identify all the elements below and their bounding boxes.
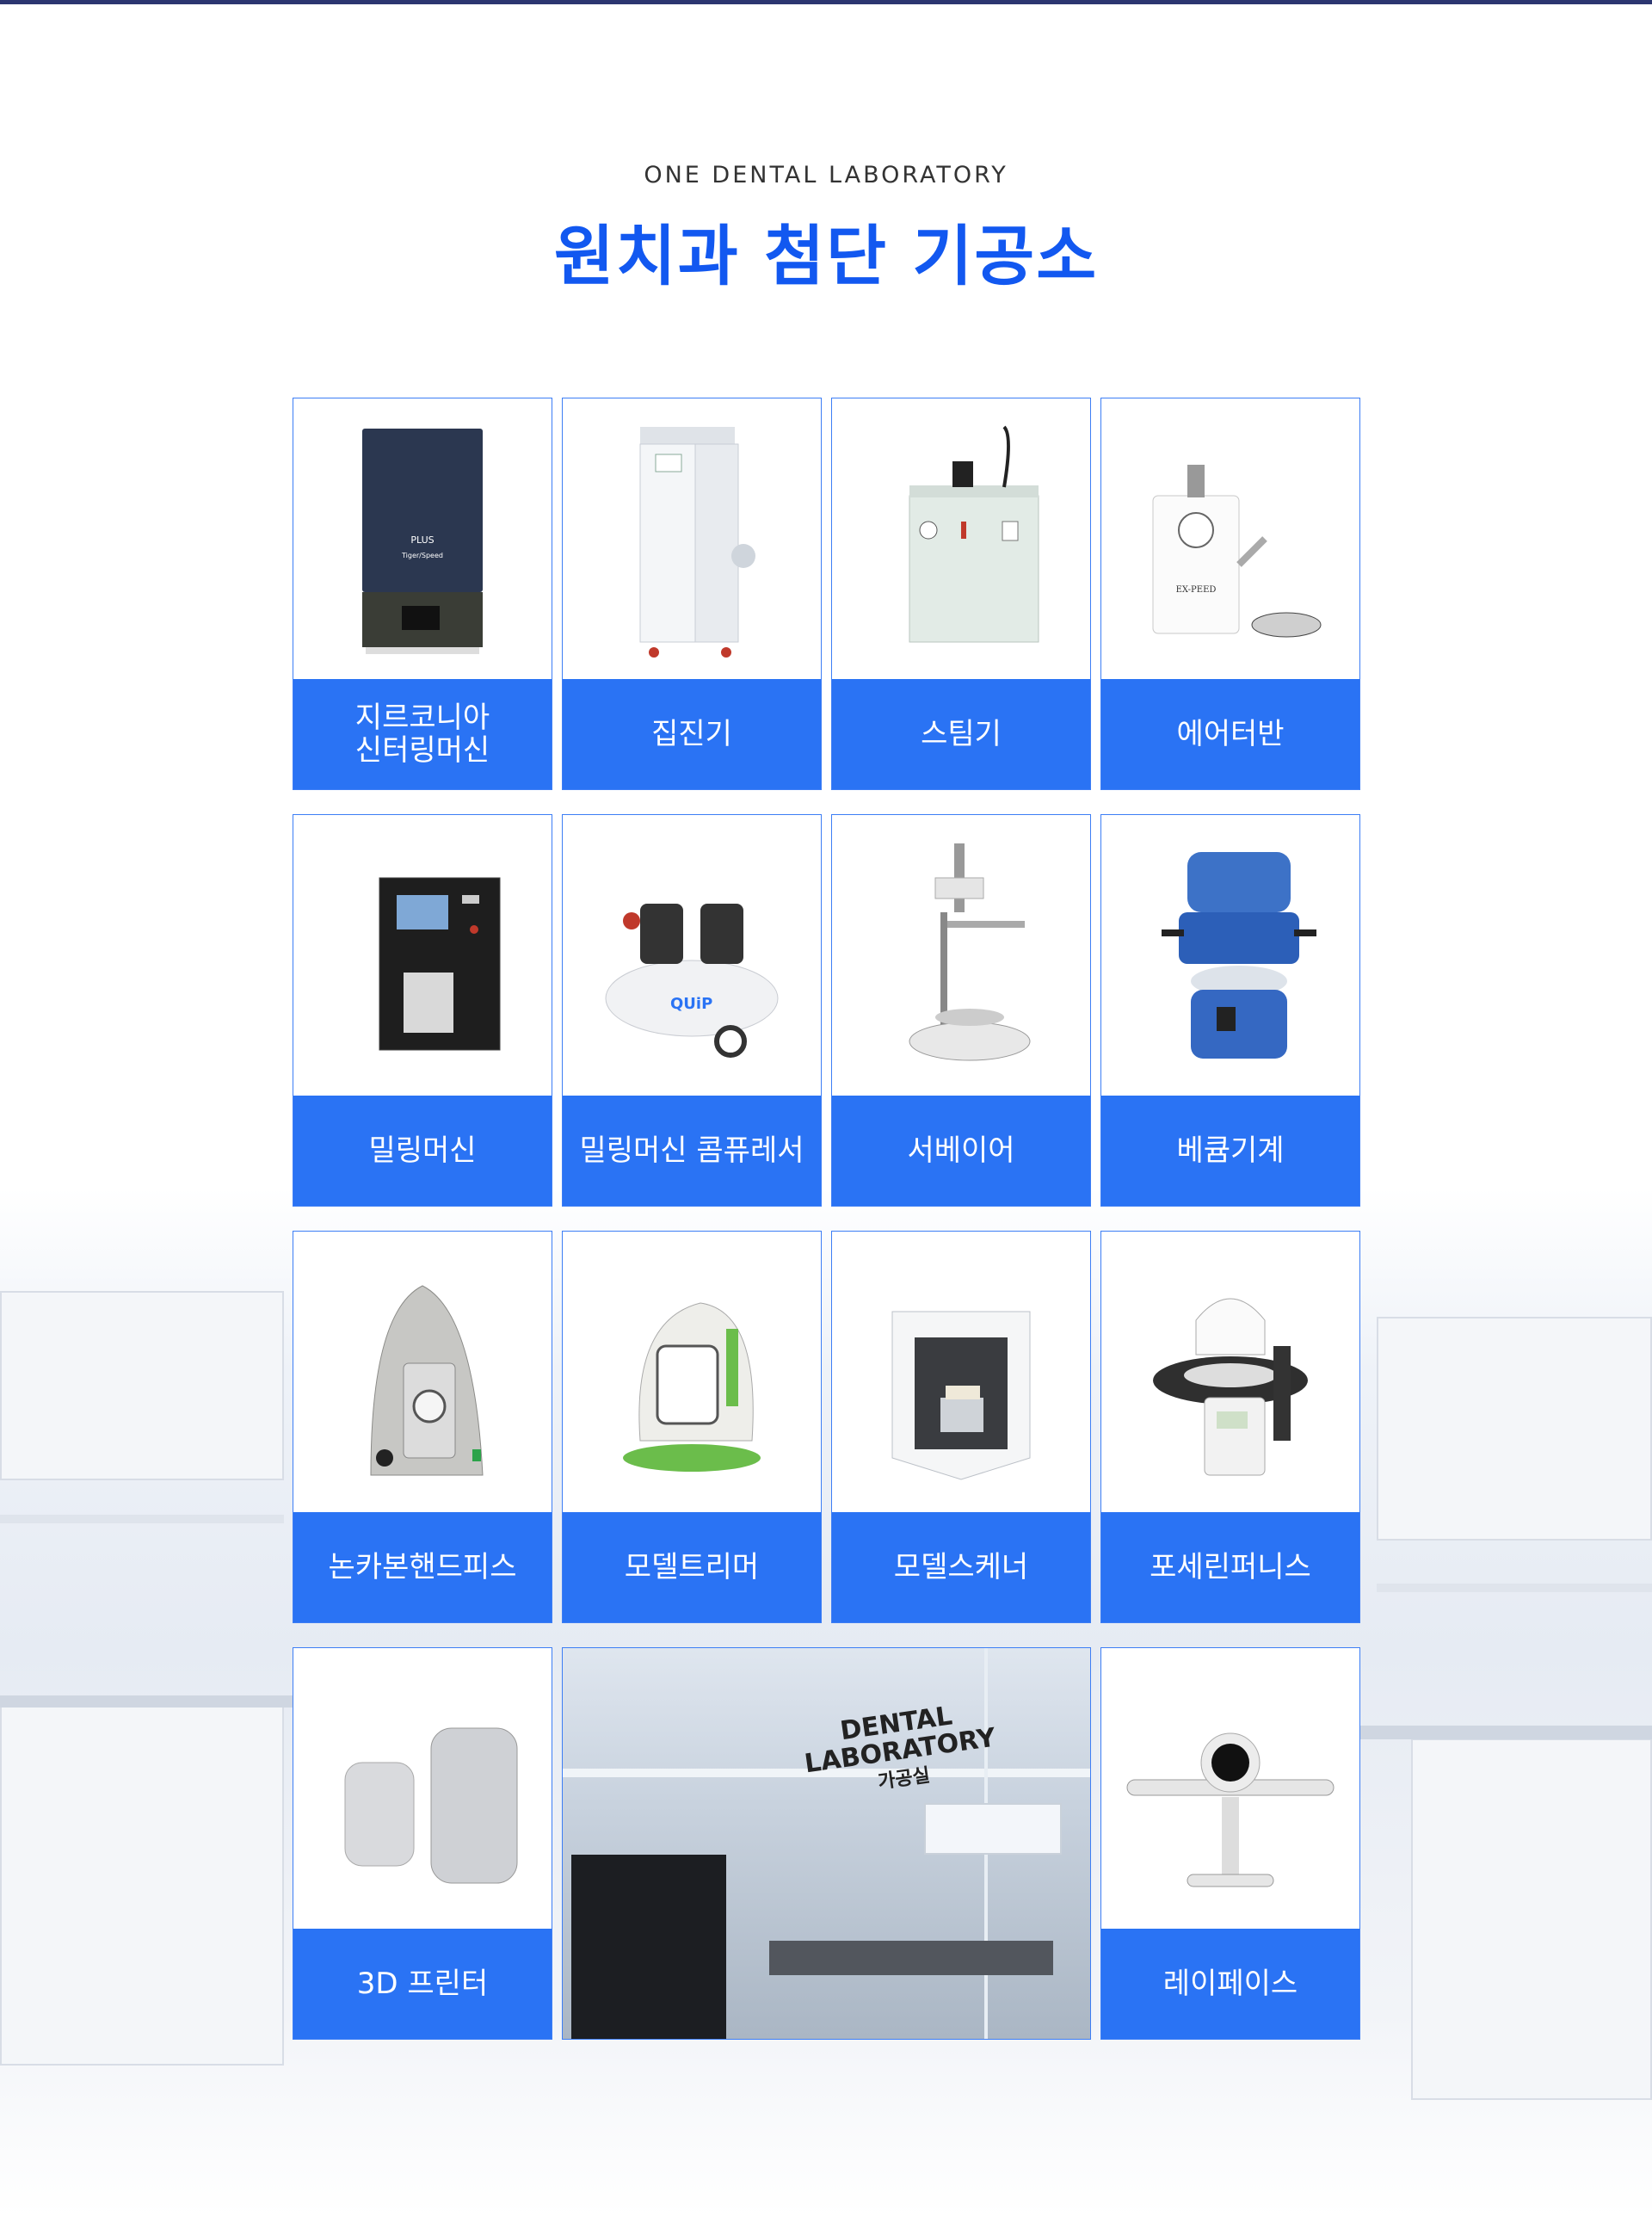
equipment-label: 모델트리머 xyxy=(563,1512,821,1622)
vacuum-mixer-icon xyxy=(1101,815,1359,1096)
sintering-furnace-icon: PLUS Tiger/Speed xyxy=(293,398,552,679)
equipment-card: EX-PEED 에어터반 xyxy=(1100,398,1360,790)
equipment-label: 밀링머신 콤퓨레서 xyxy=(563,1096,821,1206)
equipment-label: 스팀기 xyxy=(832,679,1090,789)
equipment-label: 베큠기계 xyxy=(1101,1096,1359,1206)
model-scanner-icon xyxy=(832,1232,1090,1512)
equipment-label: 지르코니아 신터링머신 xyxy=(293,679,552,789)
equipment-card: 모델트리머 xyxy=(562,1231,822,1623)
top-border xyxy=(0,0,1652,4)
equipment-card: 3D 프린터 xyxy=(293,1647,552,2040)
equipment-label: 포세린퍼니스 xyxy=(1101,1512,1359,1622)
equipment-card: 모델스케너 xyxy=(831,1231,1091,1623)
equipment-label: 레이페이스 xyxy=(1101,1929,1359,2039)
lab-sign: DENTAL LABORATORY 가공실 xyxy=(802,1701,998,1794)
compressor-icon: QUiP xyxy=(563,815,821,1096)
equipment-card: 집진기 xyxy=(562,398,822,790)
section-title: 원치과 첨단 기공소 xyxy=(553,218,1099,294)
porcelain-furnace-icon xyxy=(1101,1232,1359,1512)
equipment-label: 3D 프린터 xyxy=(293,1929,552,2039)
handpiece-icon xyxy=(293,1232,552,1512)
equipment-label: 집진기 xyxy=(563,679,821,789)
svg-text:PLUS: PLUS xyxy=(410,534,434,546)
svg-text:Tiger/Speed: Tiger/Speed xyxy=(401,552,443,559)
model-trimmer-icon xyxy=(563,1232,821,1512)
equipment-label: 논카본핸드피스 xyxy=(293,1512,552,1622)
milling-machine-icon xyxy=(293,815,552,1096)
svg-text:EX-PEED: EX-PEED xyxy=(1176,585,1217,595)
3d-printer-icon xyxy=(293,1648,552,1929)
equipment-card: 베큠기계 xyxy=(1100,814,1360,1207)
equipment-label: 서베이어 xyxy=(832,1096,1090,1206)
equipment-card: 포세린퍼니스 xyxy=(1100,1231,1360,1623)
equipment-label: 모델스케너 xyxy=(832,1512,1090,1622)
equipment-card: 레이페이스 xyxy=(1100,1647,1360,2040)
equipment-card: 스팀기 xyxy=(831,398,1091,790)
equipment-label: 에어터반 xyxy=(1101,679,1359,789)
surveyor-icon xyxy=(832,815,1090,1096)
equipment-label: 밀링머신 xyxy=(293,1096,552,1206)
air-turbine-icon: EX-PEED xyxy=(1101,398,1359,679)
equipment-card: QUiP 밀링머신 콤퓨레서 xyxy=(562,814,822,1207)
equipment-card: PLUS Tiger/Speed 지르코니아 신터링머신 xyxy=(293,398,552,790)
lab-room-photo: DENTAL LABORATORY 가공실 xyxy=(562,1647,1091,2040)
equipment-card: 밀링머신 xyxy=(293,814,552,1207)
section-eyebrow: ONE DENTAL LABORATORY xyxy=(644,162,1008,188)
dust-collector-icon xyxy=(563,398,821,679)
steam-cleaner-icon xyxy=(832,398,1090,679)
rayface-scanner-icon xyxy=(1101,1648,1359,1929)
equipment-card: 서베이어 xyxy=(831,814,1091,1207)
equipment-card: 논카본핸드피스 xyxy=(293,1231,552,1623)
svg-text:QUiP: QUiP xyxy=(670,995,712,1013)
